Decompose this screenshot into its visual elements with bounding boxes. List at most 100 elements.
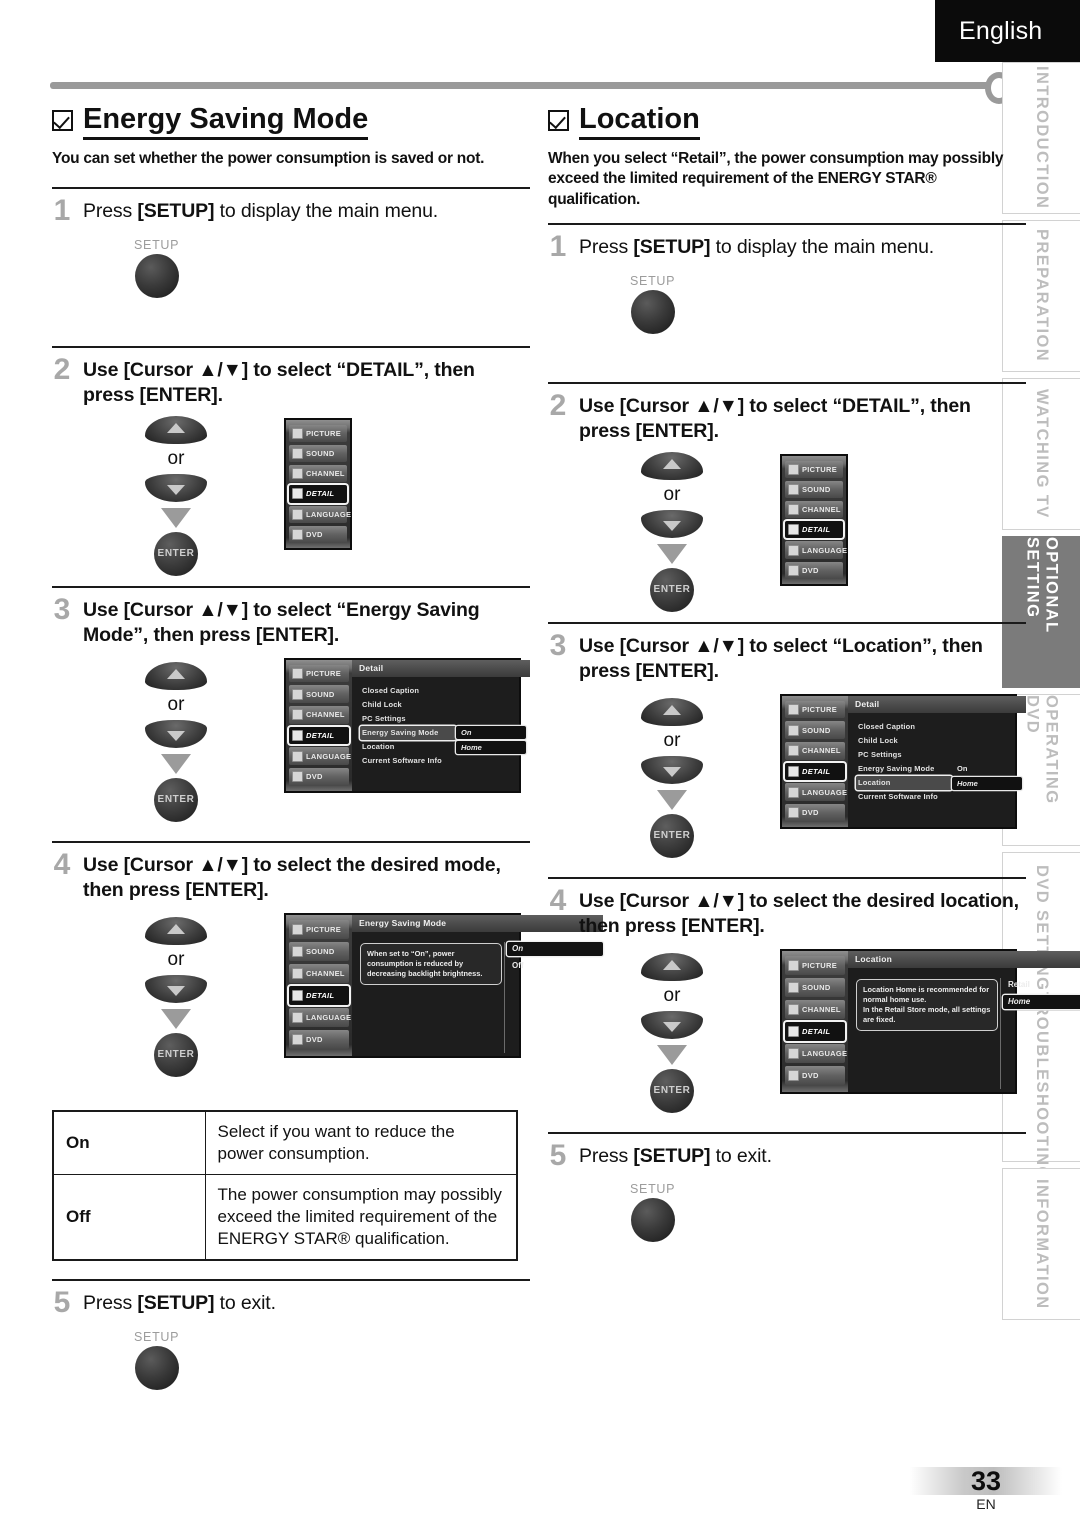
step-number: 3 bbox=[549, 628, 567, 662]
osd-item-dvd[interactable]: DVD bbox=[785, 804, 845, 822]
osd-choice-retail[interactable]: Retail bbox=[1003, 978, 1080, 992]
setup-button-illustration[interactable]: SETUP bbox=[134, 238, 179, 298]
cursor-up-button[interactable] bbox=[145, 916, 207, 945]
cursor-down-button[interactable] bbox=[145, 473, 207, 502]
osd-item-dvd[interactable]: DVD bbox=[289, 1029, 349, 1049]
enter-button[interactable]: ENTER bbox=[154, 777, 198, 822]
osd-menu-list: PICTURE SOUND CHANNEL DETAIL LANGUAGE DV… bbox=[782, 950, 848, 1092]
osd-item-sound[interactable]: SOUND bbox=[785, 721, 845, 740]
osd-row-child-lock[interactable]: Child Lock bbox=[360, 698, 456, 712]
osd-row-energy-saving-mode[interactable]: Energy Saving Mode bbox=[856, 762, 952, 776]
cursor-up-button[interactable] bbox=[641, 952, 703, 981]
osd-row-closed-caption[interactable]: Closed Caption bbox=[856, 720, 952, 734]
osd-row-energy-saving-mode[interactable]: Energy Saving Mode bbox=[360, 725, 456, 740]
osd-item-detail[interactable]: DETAIL bbox=[785, 521, 843, 539]
osd-row-closed-caption[interactable]: Closed Caption bbox=[360, 684, 456, 698]
osd-item-label: LANGUAGE bbox=[306, 1012, 352, 1022]
setup-button-knob[interactable] bbox=[134, 253, 179, 298]
osd-row-current-software-info[interactable]: Current Software Info bbox=[856, 790, 952, 804]
osd-item-sound[interactable]: SOUND bbox=[785, 480, 843, 499]
enter-button[interactable]: ENTER bbox=[154, 1032, 198, 1077]
setup-button-illustration[interactable]: SETUP bbox=[134, 1330, 179, 1390]
cursor-up-button[interactable] bbox=[641, 697, 703, 726]
cursor-down-button[interactable] bbox=[641, 755, 703, 784]
remote-and-osd-illustration: or ENTER PICTURE SOUND CHANNEL DETAIL LA… bbox=[548, 451, 1026, 622]
osd-item-channel[interactable]: CHANNEL bbox=[785, 742, 845, 760]
osd-item-channel[interactable]: CHANNEL bbox=[289, 465, 347, 483]
osd-item-detail[interactable]: DETAIL bbox=[785, 762, 845, 781]
section-title-text: Location bbox=[579, 105, 700, 140]
cursor-down-button[interactable] bbox=[145, 974, 207, 1003]
osd-value-energy-saving-mode[interactable]: On bbox=[456, 725, 526, 739]
osd-item-sound[interactable]: SOUND bbox=[289, 941, 349, 961]
setup-button-knob[interactable] bbox=[630, 289, 675, 334]
cursor-down-icon bbox=[167, 985, 185, 996]
osd-value-energy-saving-mode[interactable]: On bbox=[952, 762, 1022, 775]
osd-item-detail[interactable]: DETAIL bbox=[289, 985, 349, 1005]
header-rule bbox=[50, 82, 1002, 89]
osd-item-sound[interactable]: SOUND bbox=[289, 445, 347, 463]
osd-row-pc-settings[interactable]: PC Settings bbox=[856, 748, 952, 762]
step-text: Use [Cursor ▲/▼] to select the desired m… bbox=[83, 853, 501, 901]
osd-item-picture[interactable]: PICTURE bbox=[289, 664, 349, 683]
key-setup: [SETUP] bbox=[137, 200, 215, 223]
osd-row-location[interactable]: Location bbox=[360, 740, 456, 754]
step-text: Use [Cursor ▲/▼] to select “DETAIL”, the… bbox=[83, 358, 475, 406]
setup-button-illustration[interactable]: SETUP bbox=[630, 1182, 675, 1243]
osd-item-channel[interactable]: CHANNEL bbox=[289, 706, 349, 724]
osd-item-language[interactable]: LANGUAGE bbox=[785, 1043, 847, 1063]
setup-button-knob[interactable] bbox=[134, 1345, 179, 1390]
cursor-down-button[interactable] bbox=[641, 509, 703, 538]
osd-item-detail[interactable]: DETAIL bbox=[289, 485, 347, 503]
osd-item-dvd[interactable]: DVD bbox=[289, 768, 349, 786]
osd-item-picture[interactable]: PICTURE bbox=[785, 460, 843, 478]
sound-icon bbox=[788, 724, 799, 736]
cursor-up-button[interactable] bbox=[145, 661, 207, 690]
cursor-down-button[interactable] bbox=[145, 719, 207, 748]
osd-item-detail[interactable]: DETAIL bbox=[289, 726, 349, 745]
osd-item-language[interactable]: LANGUAGE bbox=[785, 541, 847, 559]
osd-value-location[interactable]: Home bbox=[952, 776, 1022, 790]
osd-row-current-software-info[interactable]: Current Software Info bbox=[360, 754, 456, 768]
osd-row-pc-settings[interactable]: PC Settings bbox=[360, 712, 456, 726]
osd-item-language[interactable]: LANGUAGE bbox=[289, 747, 351, 766]
enter-button[interactable]: ENTER bbox=[154, 531, 198, 576]
osd-row-location[interactable]: Location bbox=[856, 775, 952, 790]
remote-and-osd-illustration: or ENTER PICTURE SOUND CHANNEL DETAIL LA… bbox=[52, 656, 530, 841]
step-number: 4 bbox=[53, 847, 71, 881]
step-number: 4 bbox=[549, 883, 567, 917]
osd-item-sound[interactable]: SOUND bbox=[289, 685, 349, 704]
osd-item-picture[interactable]: PICTURE bbox=[289, 919, 349, 939]
manual-page: English INTRODUCTION PREPARATION WATCHIN… bbox=[0, 0, 1080, 1526]
cursor-up-button[interactable] bbox=[641, 451, 703, 480]
osd-item-sound[interactable]: SOUND bbox=[785, 977, 845, 997]
setup-button-knob[interactable] bbox=[630, 1198, 675, 1243]
enter-button[interactable]: ENTER bbox=[650, 1068, 694, 1113]
osd-item-language[interactable]: LANGUAGE bbox=[289, 1007, 352, 1027]
osd-item-language[interactable]: LANGUAGE bbox=[785, 783, 847, 802]
language-icon bbox=[788, 786, 799, 798]
cursor-down-button[interactable] bbox=[641, 1010, 703, 1039]
osd-item-language[interactable]: LANGUAGE bbox=[289, 505, 351, 523]
osd-item-channel[interactable]: CHANNEL bbox=[289, 963, 349, 983]
enter-button-label: ENTER bbox=[157, 548, 195, 560]
osd-row-child-lock[interactable]: Child Lock bbox=[856, 734, 952, 748]
enter-button[interactable]: ENTER bbox=[650, 567, 694, 612]
osd-item-dvd[interactable]: DVD bbox=[785, 561, 843, 579]
osd-item-picture[interactable]: PICTURE bbox=[289, 424, 347, 443]
osd-choice-home[interactable]: Home bbox=[1003, 994, 1080, 1009]
cursor-up-button[interactable] bbox=[145, 415, 207, 444]
osd-item-channel[interactable]: CHANNEL bbox=[785, 999, 845, 1019]
osd-item-picture[interactable]: PICTURE bbox=[785, 700, 845, 719]
setup-button-illustration[interactable]: SETUP bbox=[630, 274, 675, 334]
osd-item-picture[interactable]: PICTURE bbox=[785, 955, 845, 975]
osd-value-location[interactable]: Home bbox=[456, 740, 526, 754]
step-1-right: 1 Press [SETUP] to display the main menu… bbox=[548, 223, 1026, 382]
enter-button[interactable]: ENTER bbox=[650, 813, 694, 858]
osd-item-detail[interactable]: DETAIL bbox=[785, 1021, 845, 1041]
energy-saving-mode-column: Energy Saving Mode You can set whether t… bbox=[52, 105, 603, 1438]
osd-item-dvd[interactable]: DVD bbox=[785, 1065, 845, 1085]
picture-icon bbox=[292, 427, 303, 439]
osd-item-dvd[interactable]: DVD bbox=[289, 525, 347, 543]
osd-item-channel[interactable]: CHANNEL bbox=[785, 501, 843, 519]
